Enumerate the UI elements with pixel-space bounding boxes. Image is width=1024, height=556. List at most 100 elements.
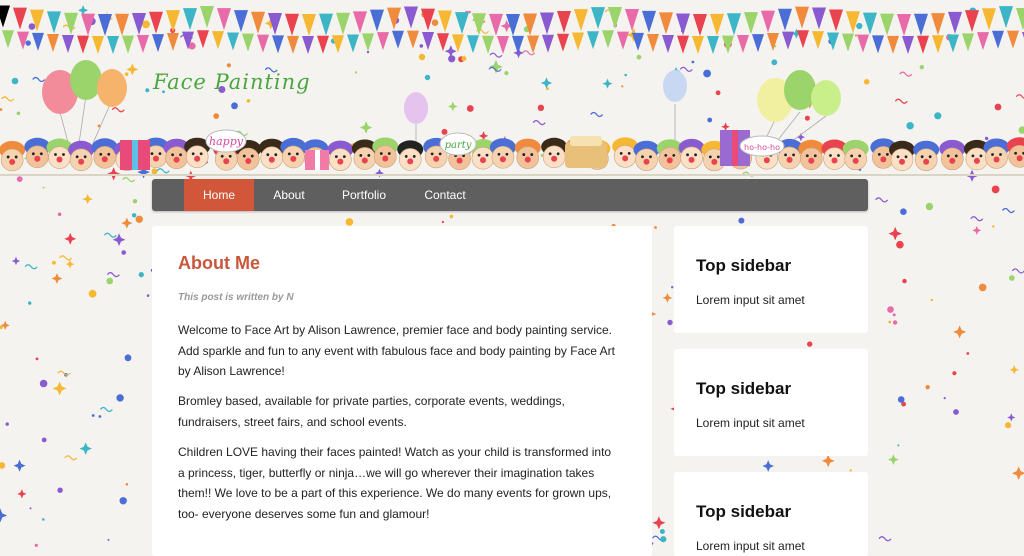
nav-contact[interactable]: Contact (412, 179, 478, 211)
sidebar-widget-text: Lorem input sit amet (696, 539, 805, 553)
bunting-flag (977, 32, 989, 51)
clown-face (889, 140, 916, 172)
bunting-flag (302, 13, 316, 36)
clown-face (939, 139, 966, 171)
confetti-piece (41, 437, 47, 443)
sidebar-widget: Top sidebar Lorem input sit amet (674, 226, 868, 333)
confetti-piece (972, 225, 982, 235)
confetti-piece (0, 508, 8, 523)
post-title[interactable]: About Me (178, 253, 260, 274)
confetti-piece (1011, 268, 1024, 274)
confetti-piece (0, 462, 6, 469)
bunting-flag (625, 9, 639, 32)
confetti-piece (99, 406, 113, 413)
nav-about[interactable]: About (260, 179, 318, 211)
clown-face (541, 137, 568, 169)
bunting-flag (47, 11, 61, 34)
confetti-piece (112, 233, 126, 247)
confetti-piece (662, 293, 673, 303)
bunting-flag (812, 31, 824, 50)
bunting-flag (370, 9, 384, 32)
confetti-piece (1011, 466, 1024, 480)
bunting-flag (662, 34, 674, 53)
bunting-flag (527, 35, 539, 54)
confetti-piece (124, 354, 132, 362)
bunting-flag (797, 30, 809, 49)
sidebar-widget-title: Top sidebar (696, 379, 792, 398)
confetti-piece (24, 264, 38, 270)
bunting-flag (677, 35, 689, 54)
confetti-piece (135, 215, 143, 223)
confetti-piece (5, 422, 9, 426)
bunting-flag (200, 6, 214, 28)
bunting-flag (782, 31, 794, 50)
confetti-piece (119, 497, 127, 505)
confetti-piece (1009, 275, 1015, 281)
clown-face (372, 137, 399, 168)
bunting-flag (540, 12, 554, 35)
bunting-flag (166, 10, 180, 33)
confetti-piece (900, 208, 907, 215)
confetti-piece (953, 409, 959, 415)
nav-home[interactable]: Home (184, 179, 254, 211)
bunting-flag (542, 34, 554, 53)
bunting-flag (152, 34, 164, 53)
bunting-flag (617, 31, 629, 50)
bunting-flag (917, 35, 929, 54)
confetti-piece (878, 536, 892, 542)
clown-face (983, 138, 1010, 169)
clown-face (633, 140, 660, 172)
bunting-flag (737, 35, 749, 54)
confetti-piece (91, 414, 95, 417)
bunting-flag (512, 35, 524, 54)
confetti-piece (925, 385, 930, 390)
clown-face (798, 139, 825, 171)
confetti-piece (807, 341, 813, 347)
clown-face (280, 137, 307, 169)
bunting-flag (744, 12, 758, 35)
confetti-piece (51, 273, 63, 284)
bunting-flag (251, 11, 265, 34)
sidebar-widget-title: Top sidebar (696, 502, 792, 521)
bunting-flag (497, 35, 509, 54)
bunting-flag (212, 31, 224, 50)
nav-portfolio[interactable]: Portfolio (328, 179, 400, 211)
clown-face (258, 138, 285, 170)
bunting-flag (115, 13, 129, 36)
confetti-piece (345, 218, 354, 226)
bunting-flag (887, 35, 899, 54)
confetti-piece (1005, 422, 1012, 429)
confetti-piece (52, 260, 56, 265)
bunting-flag (30, 9, 44, 32)
clown-face (91, 138, 118, 169)
clown-face (327, 140, 354, 171)
bunting-flag (761, 10, 775, 33)
confetti-piece (953, 325, 967, 339)
bunting-flag (0, 5, 10, 28)
confetti-piece (65, 259, 75, 269)
bunting-flag (81, 13, 95, 36)
bunting-flags (0, 5, 1024, 54)
bunting-flag (285, 13, 299, 36)
bunting-flag (902, 35, 914, 54)
bunting-flag (64, 12, 78, 35)
site-title[interactable]: Face Painting (153, 70, 311, 94)
bunting-flag (506, 13, 520, 36)
bunting-flag (47, 34, 59, 53)
bunting-flag (472, 13, 486, 36)
bunting-flag (827, 32, 839, 51)
confetti-piece (660, 536, 667, 543)
bunting-flag (438, 10, 452, 33)
bunting-flag (227, 32, 239, 51)
site-header: happy party ho-ho-ho Face Painting (0, 0, 1024, 178)
bunting-flag (32, 32, 44, 51)
confetti-piece (652, 516, 666, 530)
confetti-piece (122, 177, 136, 183)
post-card: About Me This post is written by N Welco… (152, 226, 652, 556)
confetti-piece (991, 185, 1000, 194)
clown-face (842, 139, 869, 171)
bunting-flag (467, 35, 479, 54)
bunting-flag (287, 35, 299, 54)
bunting-flag (317, 35, 329, 54)
badge-hohoho: ho-ho-ho (744, 143, 780, 152)
